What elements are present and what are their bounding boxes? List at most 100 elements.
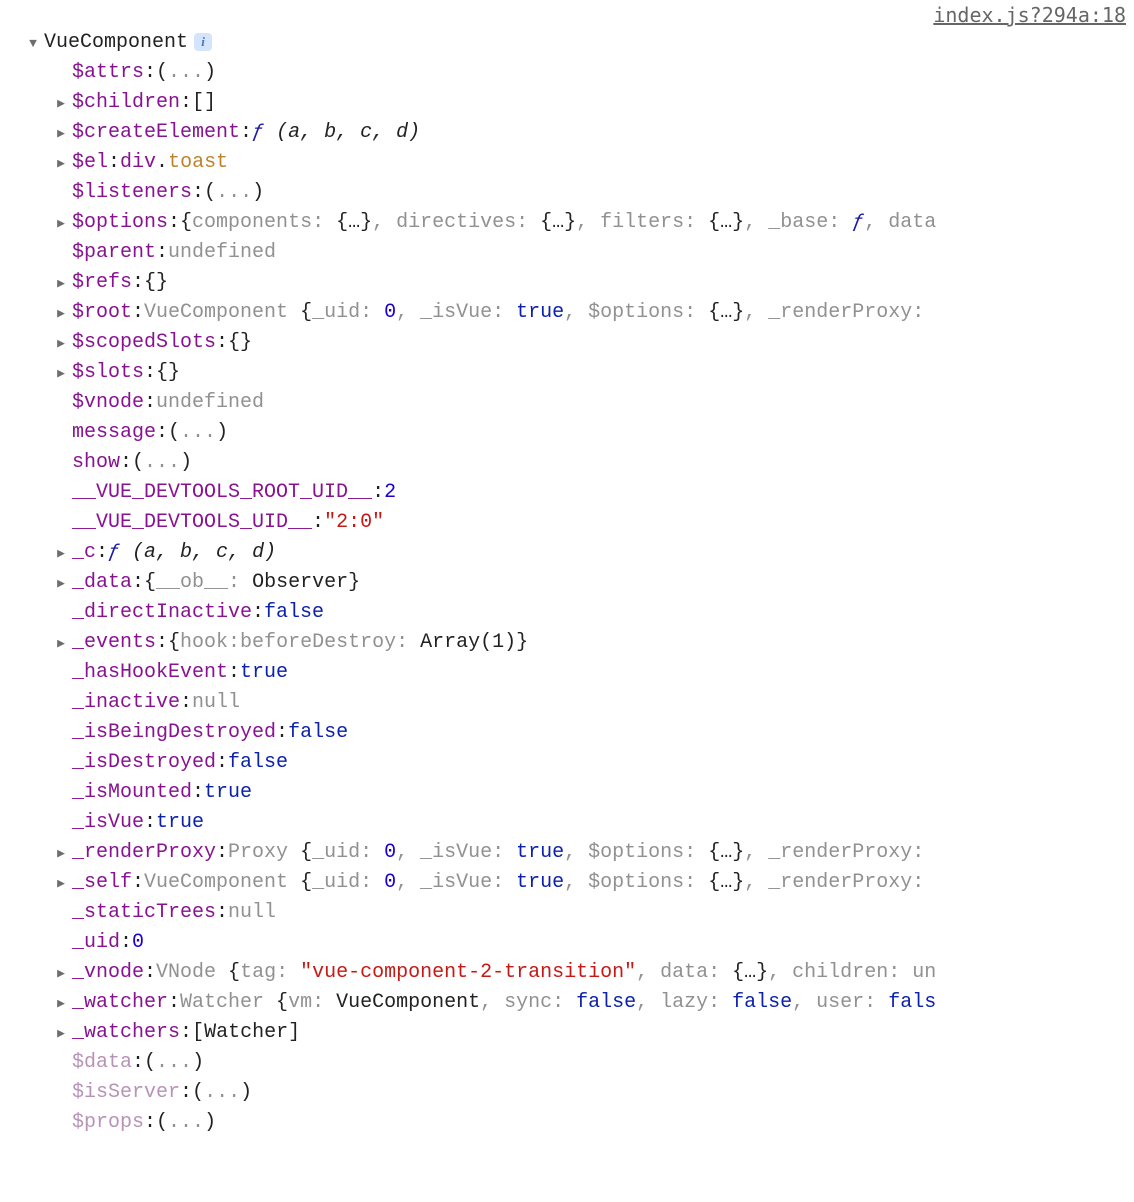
colon-separator: : bbox=[144, 388, 156, 418]
property-row: ▶$parent: undefined bbox=[8, 238, 1126, 268]
chevron-right-icon[interactable]: ▶ bbox=[54, 994, 68, 1014]
property-key: _uid bbox=[72, 928, 120, 958]
source-link[interactable]: index.js?294a:18 bbox=[933, 0, 1126, 30]
property-row[interactable]: ▶$el: div.toast bbox=[8, 148, 1126, 178]
property-row[interactable]: ▶$root: VueComponent {_uid: 0, _isVue: t… bbox=[8, 298, 1126, 328]
colon-separator: : bbox=[216, 748, 228, 778]
property-row[interactable]: ▶_watchers: [Watcher] bbox=[8, 1018, 1126, 1048]
property-key: _isBeingDestroyed bbox=[72, 718, 276, 748]
property-value: true bbox=[156, 808, 204, 838]
chevron-right-icon[interactable]: ▶ bbox=[54, 364, 68, 384]
property-key: $scopedSlots bbox=[72, 328, 216, 358]
property-key: $attrs bbox=[72, 58, 144, 88]
property-row: ▶_staticTrees: null bbox=[8, 898, 1126, 928]
property-value: (...) bbox=[132, 448, 192, 478]
property-row: ▶_directInactive: false bbox=[8, 598, 1126, 628]
property-value: false bbox=[288, 718, 348, 748]
property-row[interactable]: ▶$refs: {} bbox=[8, 268, 1126, 298]
property-value: undefined bbox=[168, 238, 276, 268]
property-row[interactable]: ▶_c: ƒ (a, b, c, d) bbox=[8, 538, 1126, 568]
chevron-right-icon[interactable]: ▶ bbox=[54, 1024, 68, 1044]
console-object-tree: ▼ VueComponent i ▶$attrs: (...)▶$childre… bbox=[8, 8, 1126, 1138]
property-row[interactable]: ▶_events: {hook:beforeDestroy: Array(1)} bbox=[8, 628, 1126, 658]
property-row[interactable]: ▶_vnode: VNode {tag: "vue-component-2-tr… bbox=[8, 958, 1126, 988]
chevron-right-icon[interactable]: ▶ bbox=[54, 274, 68, 294]
chevron-right-icon[interactable]: ▶ bbox=[54, 124, 68, 144]
property-row[interactable]: ▶$options: {components: {…}, directives:… bbox=[8, 208, 1126, 238]
tree-root-row[interactable]: ▼ VueComponent i bbox=[8, 28, 1126, 58]
property-row[interactable]: ▶$createElement: ƒ (a, b, c, d) bbox=[8, 118, 1126, 148]
property-row[interactable]: ▶$children: [] bbox=[8, 88, 1126, 118]
property-row[interactable]: ▶_data: {__ob__: Observer} bbox=[8, 568, 1126, 598]
property-row: ▶__VUE_DEVTOOLS_ROOT_UID__: 2 bbox=[8, 478, 1126, 508]
property-key: _staticTrees bbox=[72, 898, 216, 928]
property-value: null bbox=[228, 898, 276, 928]
property-row: ▶$props: (...) bbox=[8, 1108, 1126, 1138]
chevron-right-icon[interactable]: ▶ bbox=[54, 874, 68, 894]
property-value: [Watcher] bbox=[192, 1018, 300, 1048]
property-row: ▶__VUE_DEVTOOLS_UID__: "2:0" bbox=[8, 508, 1126, 538]
colon-separator: : bbox=[180, 88, 192, 118]
colon-separator: : bbox=[120, 448, 132, 478]
colon-separator: : bbox=[96, 538, 108, 568]
property-row[interactable]: ▶_watcher: Watcher {vm: VueComponent, sy… bbox=[8, 988, 1126, 1018]
property-value: null bbox=[192, 688, 240, 718]
object-type-name: VueComponent bbox=[44, 28, 188, 58]
colon-separator: : bbox=[108, 148, 120, 178]
property-row[interactable]: ▶$slots: {} bbox=[8, 358, 1126, 388]
property-value: {components: {…}, directives: {…}, filte… bbox=[180, 208, 936, 238]
property-value: (...) bbox=[144, 1048, 204, 1078]
colon-separator: : bbox=[240, 118, 252, 148]
property-key: _watchers bbox=[72, 1018, 180, 1048]
property-row[interactable]: ▶_renderProxy: Proxy {_uid: 0, _isVue: t… bbox=[8, 838, 1126, 868]
property-value: undefined bbox=[156, 388, 264, 418]
property-row: ▶show: (...) bbox=[8, 448, 1126, 478]
colon-separator: : bbox=[180, 1078, 192, 1108]
colon-separator: : bbox=[168, 988, 180, 1018]
chevron-right-icon[interactable]: ▶ bbox=[54, 544, 68, 564]
property-value: VueComponent {_uid: 0, _isVue: true, $op… bbox=[144, 298, 924, 328]
chevron-right-icon[interactable]: ▶ bbox=[54, 964, 68, 984]
property-key: _isVue bbox=[72, 808, 144, 838]
colon-separator: : bbox=[216, 838, 228, 868]
property-key: _watcher bbox=[72, 988, 168, 1018]
property-value: (...) bbox=[168, 418, 228, 448]
info-icon[interactable]: i bbox=[194, 33, 212, 51]
chevron-right-icon[interactable]: ▶ bbox=[54, 844, 68, 864]
property-row: ▶$attrs: (...) bbox=[8, 58, 1126, 88]
property-row[interactable]: ▶_self: VueComponent {_uid: 0, _isVue: t… bbox=[8, 868, 1126, 898]
colon-separator: : bbox=[156, 628, 168, 658]
property-row: ▶$listeners: (...) bbox=[8, 178, 1126, 208]
property-row: ▶_isMounted: true bbox=[8, 778, 1126, 808]
colon-separator: : bbox=[132, 268, 144, 298]
colon-separator: : bbox=[156, 418, 168, 448]
property-value: {hook:beforeDestroy: Array(1)} bbox=[168, 628, 528, 658]
property-key: _data bbox=[72, 568, 132, 598]
property-row: ▶message: (...) bbox=[8, 418, 1126, 448]
colon-separator: : bbox=[132, 568, 144, 598]
property-row[interactable]: ▶$scopedSlots: {} bbox=[8, 328, 1126, 358]
property-key: $options bbox=[72, 208, 168, 238]
colon-separator: : bbox=[216, 898, 228, 928]
chevron-right-icon[interactable]: ▶ bbox=[54, 214, 68, 234]
property-value: {} bbox=[228, 328, 252, 358]
property-key: _inactive bbox=[72, 688, 180, 718]
chevron-right-icon[interactable]: ▶ bbox=[54, 304, 68, 324]
chevron-right-icon[interactable]: ▶ bbox=[54, 574, 68, 594]
chevron-right-icon[interactable]: ▶ bbox=[54, 94, 68, 114]
chevron-right-icon[interactable]: ▶ bbox=[54, 154, 68, 174]
property-key: $listeners bbox=[72, 178, 192, 208]
property-key: _events bbox=[72, 628, 156, 658]
property-key: $isServer bbox=[72, 1078, 180, 1108]
chevron-right-icon[interactable]: ▶ bbox=[54, 334, 68, 354]
chevron-right-icon[interactable]: ▶ bbox=[54, 634, 68, 654]
colon-separator: : bbox=[192, 778, 204, 808]
property-key: __VUE_DEVTOOLS_UID__ bbox=[72, 508, 312, 538]
chevron-down-icon[interactable]: ▼ bbox=[26, 34, 40, 54]
property-row: ▶_isBeingDestroyed: false bbox=[8, 718, 1126, 748]
property-key: $slots bbox=[72, 358, 144, 388]
colon-separator: : bbox=[144, 1108, 156, 1138]
property-key: _self bbox=[72, 868, 132, 898]
property-row: ▶_inactive: null bbox=[8, 688, 1126, 718]
property-value: Proxy {_uid: 0, _isVue: true, $options: … bbox=[228, 838, 924, 868]
